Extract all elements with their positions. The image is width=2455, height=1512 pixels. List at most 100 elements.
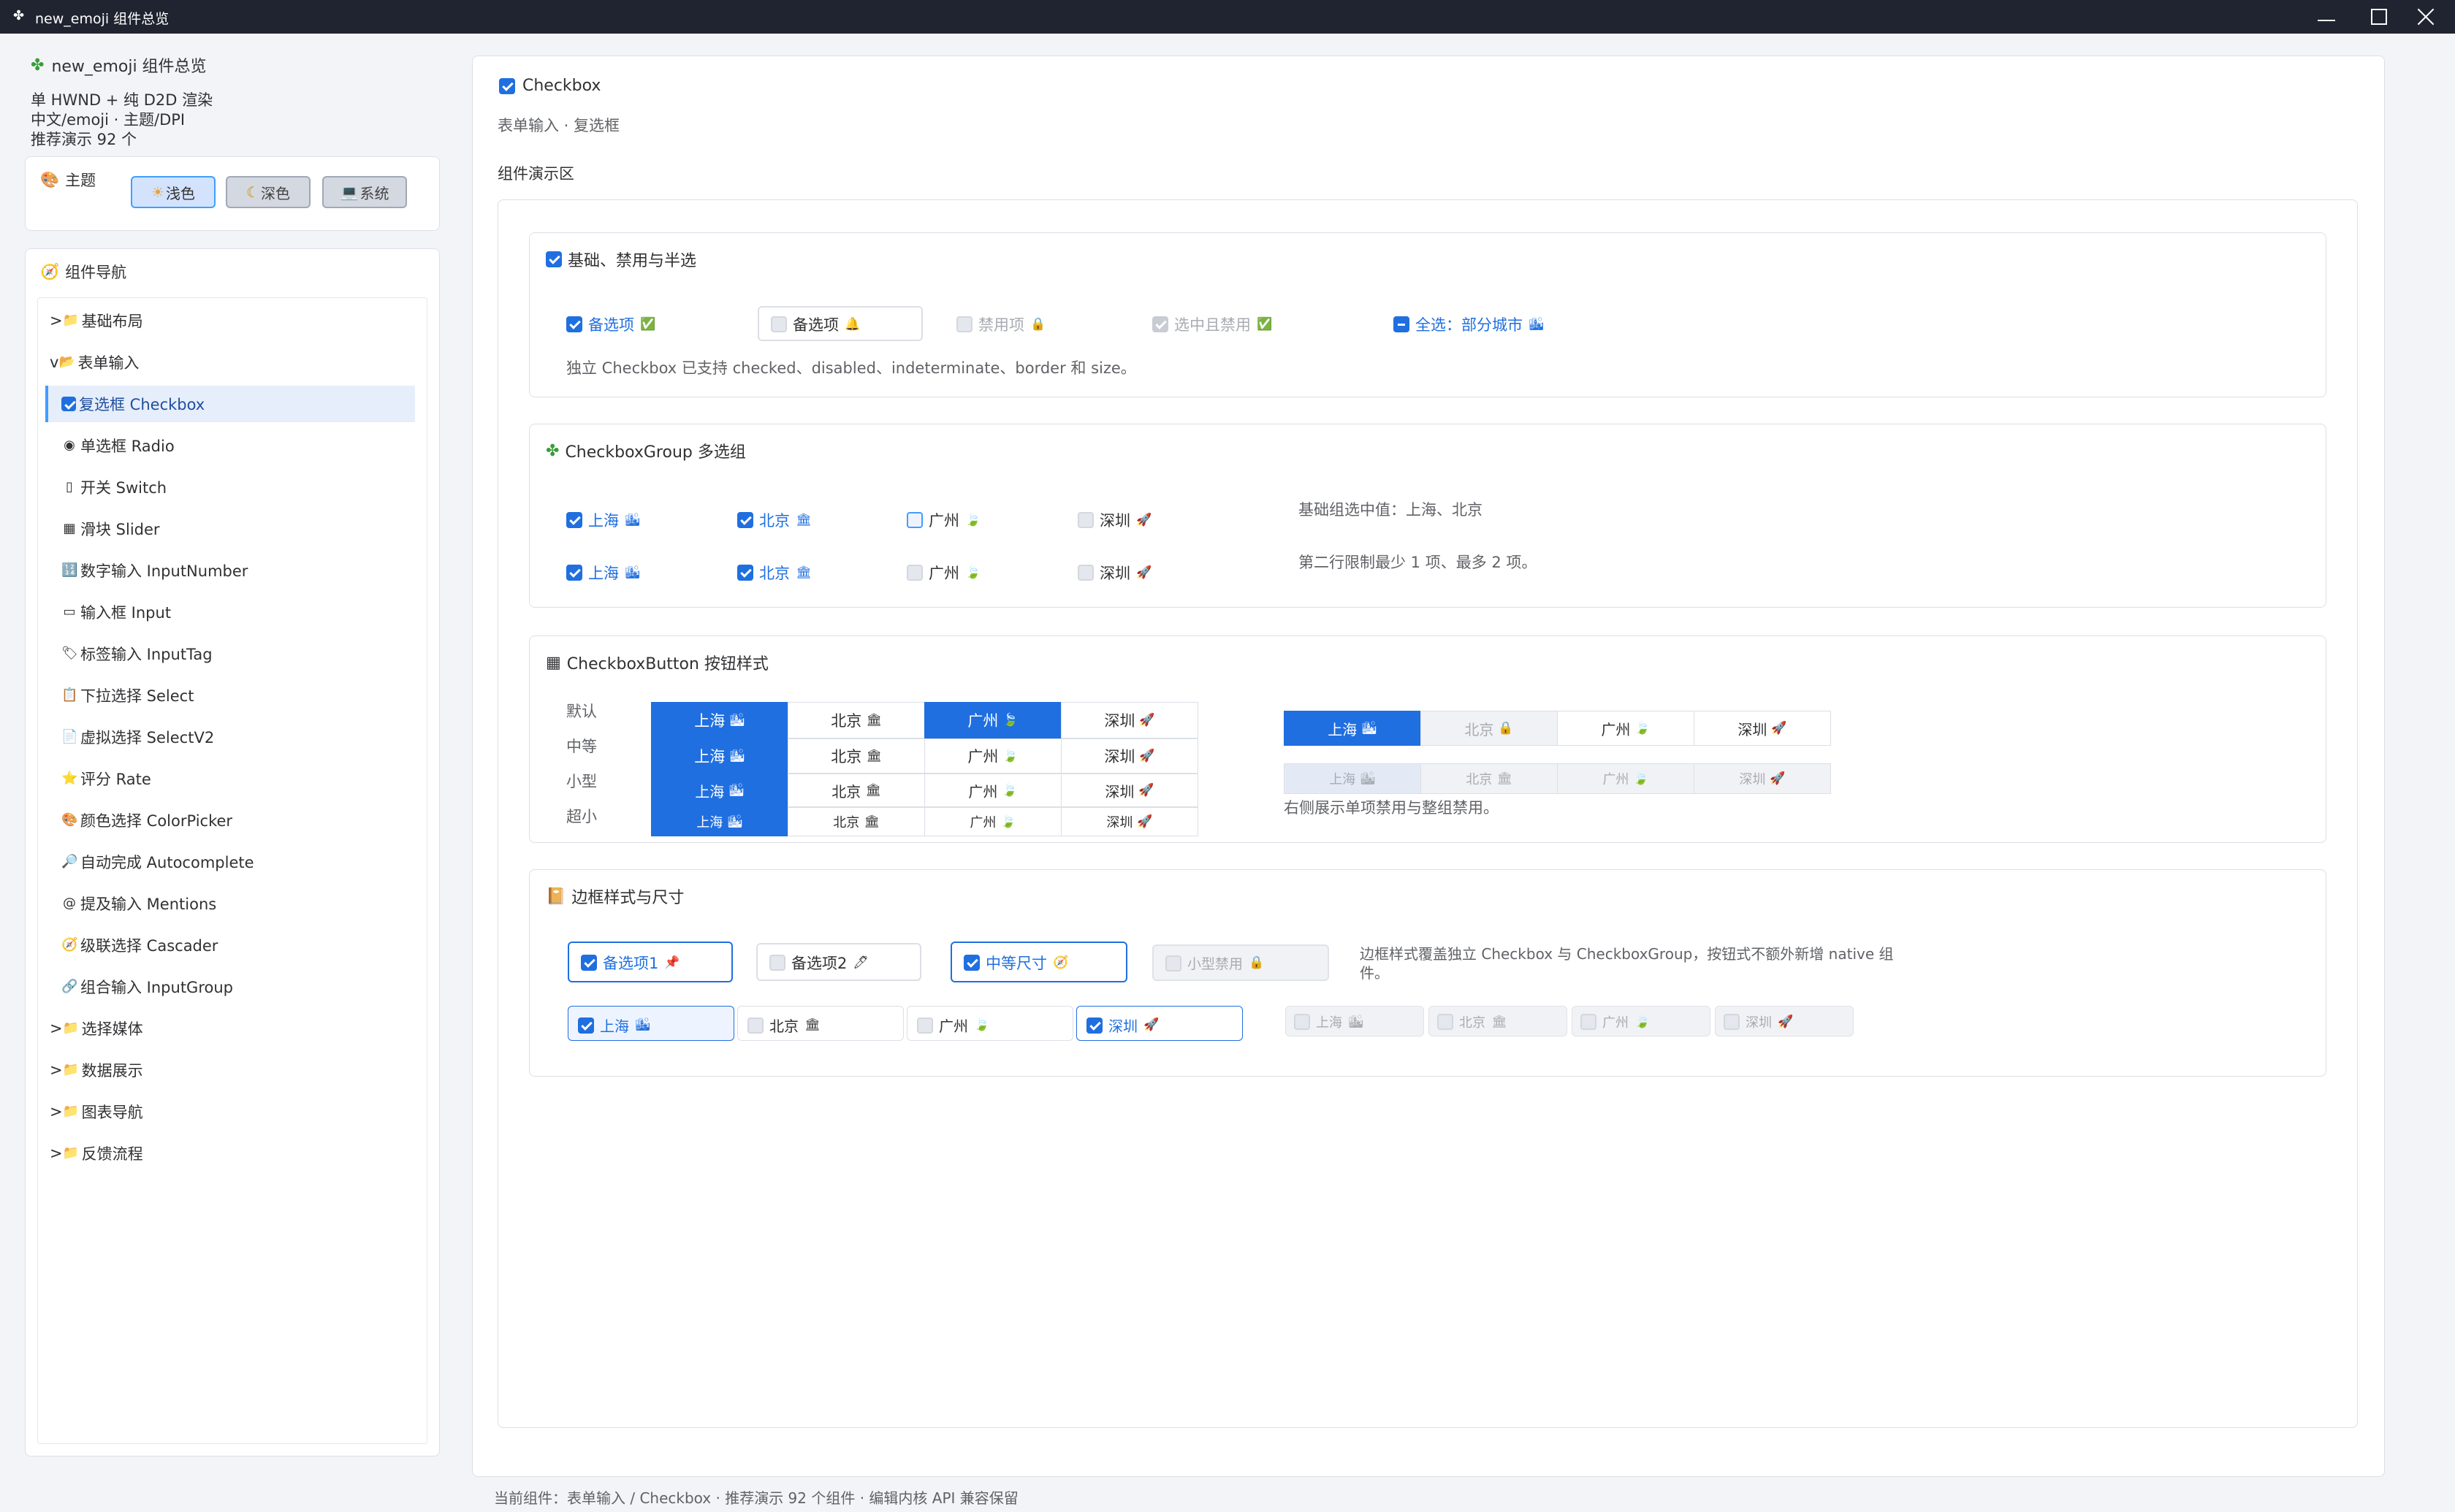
checkbox-button[interactable]: 深圳 🚀: [1694, 711, 1831, 746]
nav-item-colorpicker[interactable]: 🎨 颜色选择 ColorPicker: [61, 802, 232, 839]
theme-dark-button[interactable]: ☾ 深色: [226, 176, 311, 208]
city-icon: 🏙: [729, 748, 745, 763]
checkbox-box[interactable]: [769, 955, 785, 971]
nav-item-form-input[interactable]: v 📂 表单输入: [50, 344, 139, 381]
bordered-option[interactable]: 备选项1 📌: [581, 952, 680, 974]
checkbox-box[interactable]: [907, 565, 923, 581]
checkbox-button[interactable]: 广州 🍃: [1557, 711, 1694, 746]
checkbox-option[interactable]: 备选项 ✅: [566, 313, 655, 335]
bordered-group-option[interactable]: 上海 🏙: [578, 1015, 651, 1036]
bordered-group-option[interactable]: 广州 🍃: [917, 1015, 989, 1036]
checkbox-icon: [61, 397, 76, 411]
nav-item-data-display[interactable]: > 📁 数据展示: [50, 1052, 143, 1088]
checkbox-button[interactable]: 北京 🏛: [788, 807, 925, 836]
nav-item-chart-nav[interactable]: > 📁 图表导航: [50, 1093, 143, 1130]
checkbox-box[interactable]: [747, 1017, 764, 1034]
folder-icon: 📁: [62, 1145, 80, 1161]
nav-item-selectv2[interactable]: 📄 虚拟选择 SelectV2: [61, 719, 214, 755]
checkbox-option[interactable]: 备选项 🔔: [771, 313, 860, 335]
group-option[interactable]: 广州 🍃: [907, 509, 981, 531]
checkbox-box[interactable]: [1393, 316, 1409, 332]
close-button[interactable]: [2397, 0, 2455, 34]
radio-icon: ◉: [64, 438, 75, 453]
checkbox-box[interactable]: [566, 316, 582, 332]
group-option[interactable]: 深圳 🚀: [1078, 562, 1152, 584]
theme-system-button[interactable]: 💻 系统: [322, 176, 407, 208]
checkbox-button[interactable]: 北京 🏛: [788, 774, 925, 807]
nav-item-inputnumber[interactable]: 🔢 数字输入 InputNumber: [61, 552, 248, 589]
checkbox-button[interactable]: 深圳 🚀: [1061, 738, 1198, 774]
nav-item-input[interactable]: ▭ 输入框 Input: [61, 594, 171, 630]
minimize-button[interactable]: [2297, 0, 2356, 34]
checkbox-button[interactable]: 上海 🏙: [651, 738, 788, 774]
clover-icon: ✤: [13, 8, 25, 23]
checkbox-button[interactable]: 上海 🏙: [651, 774, 788, 807]
group-option[interactable]: 上海 🏙: [566, 509, 641, 531]
nav-item-inputgroup[interactable]: 🔗 组合输入 InputGroup: [61, 969, 233, 1005]
checkbox-button[interactable]: 深圳 🚀: [1061, 774, 1198, 807]
checkbox-button[interactable]: 广州 🍃: [924, 702, 1062, 738]
group-option[interactable]: 上海 🏙: [566, 562, 641, 584]
nav-item-switch[interactable]: ▯ 开关 Switch: [61, 469, 167, 505]
bordered-group-option[interactable]: 北京 🏛: [747, 1015, 821, 1036]
nav-item-label: 虚拟选择 SelectV2: [80, 729, 215, 747]
checkbox-box[interactable]: [917, 1017, 933, 1034]
checkbox-box[interactable]: [1078, 512, 1094, 528]
checkbox-box[interactable]: [581, 955, 597, 971]
folder-icon: 📁: [62, 1020, 80, 1036]
group-option[interactable]: 深圳 🚀: [1078, 509, 1152, 531]
nav-item-cascader[interactable]: 🧭 级联选择 Cascader: [61, 927, 218, 963]
palette-icon: 🎨: [61, 812, 78, 828]
nav-item-inputtag[interactable]: 🏷 标签输入 InputTag: [61, 635, 213, 672]
bordered-group-option[interactable]: 深圳 🚀: [1086, 1015, 1159, 1036]
checkbox-box[interactable]: [737, 565, 753, 581]
checkbox-box[interactable]: [964, 955, 980, 971]
checkbox-box[interactable]: [907, 512, 923, 528]
checkbox-button[interactable]: 上海 🏙: [651, 702, 788, 738]
group-option[interactable]: 北京 🏛: [737, 562, 812, 584]
nav-item-feedback[interactable]: > 📁 反馈流程: [50, 1135, 143, 1172]
rocket-icon: 🚀: [1136, 565, 1152, 580]
checkbox-box[interactable]: [578, 1017, 594, 1034]
checkbox-button[interactable]: 深圳 🚀: [1061, 702, 1198, 738]
theme-light-button[interactable]: ☀ 浅色: [131, 176, 216, 208]
nav-item-basic-layout[interactable]: > 📁 基础布局: [50, 302, 143, 339]
nav-item-radio[interactable]: ◉ 单选框 Radio: [61, 427, 175, 464]
checkbox-box[interactable]: [1078, 565, 1094, 581]
nav-item-autocomplete[interactable]: 🔎 自动完成 Autocomplete: [61, 844, 254, 880]
checkbox-box[interactable]: [566, 565, 582, 581]
nav-item-rate[interactable]: ⭐ 评分 Rate: [61, 760, 151, 797]
checkbox-button[interactable]: 北京 🏛: [788, 738, 925, 774]
checkbox-box[interactable]: [1086, 1017, 1103, 1034]
checkbox-button[interactable]: 深圳 🚀: [1061, 807, 1198, 836]
checkbox-button[interactable]: 广州 🍃: [924, 774, 1062, 807]
bordered-option[interactable]: 中等尺寸 🧭: [964, 952, 1068, 974]
status-bar: 当前组件：表单输入 / Checkbox · 推荐演示 92 个组件 · 编辑内…: [494, 1489, 1019, 1507]
checkbox-indeterminate[interactable]: 全选：部分城市 🏙: [1393, 313, 1545, 335]
nav-item-media[interactable]: > 📁 选择媒体: [50, 1010, 143, 1047]
button-label: 广州: [1601, 720, 1631, 738]
nav-item-mentions[interactable]: @ 提及输入 Mentions: [61, 885, 216, 922]
checkbox-button[interactable]: 广州 🍃: [924, 807, 1062, 836]
nav-item-label: 级联选择 Cascader: [80, 937, 218, 955]
nav-item-select[interactable]: 📋 下拉选择 Select: [61, 677, 194, 714]
bank-icon: 🏛: [1496, 771, 1512, 786]
checkbox-button[interactable]: 北京 🏛: [788, 702, 925, 738]
checkbox-box[interactable]: [566, 512, 582, 528]
checkbox-label: 上海: [588, 565, 619, 582]
group-option[interactable]: 广州 🍃: [907, 562, 981, 584]
nav-item-slider[interactable]: ▦ 滑块 Slider: [61, 511, 159, 547]
group-option[interactable]: 北京 🏛: [737, 509, 812, 531]
nav-item-checkbox[interactable]: 复选框 Checkbox: [45, 386, 415, 422]
switch-icon: ▯: [66, 479, 73, 495]
page-subtitle: 表单输入 · 复选框: [498, 117, 620, 134]
expand-arrow-icon: >: [50, 1020, 63, 1037]
checkbox-button[interactable]: 上海 🏙: [1284, 711, 1421, 746]
checkbox-button[interactable]: 广州 🍃: [924, 738, 1062, 774]
leaf-icon: 🍃: [1000, 814, 1016, 829]
button-label: 深圳: [1104, 712, 1135, 730]
checkbox-button[interactable]: 上海 🏙: [651, 807, 788, 836]
bordered-option[interactable]: 备选项2 🖊: [769, 952, 869, 974]
checkbox-box[interactable]: [771, 316, 787, 332]
checkbox-box[interactable]: [737, 512, 753, 528]
